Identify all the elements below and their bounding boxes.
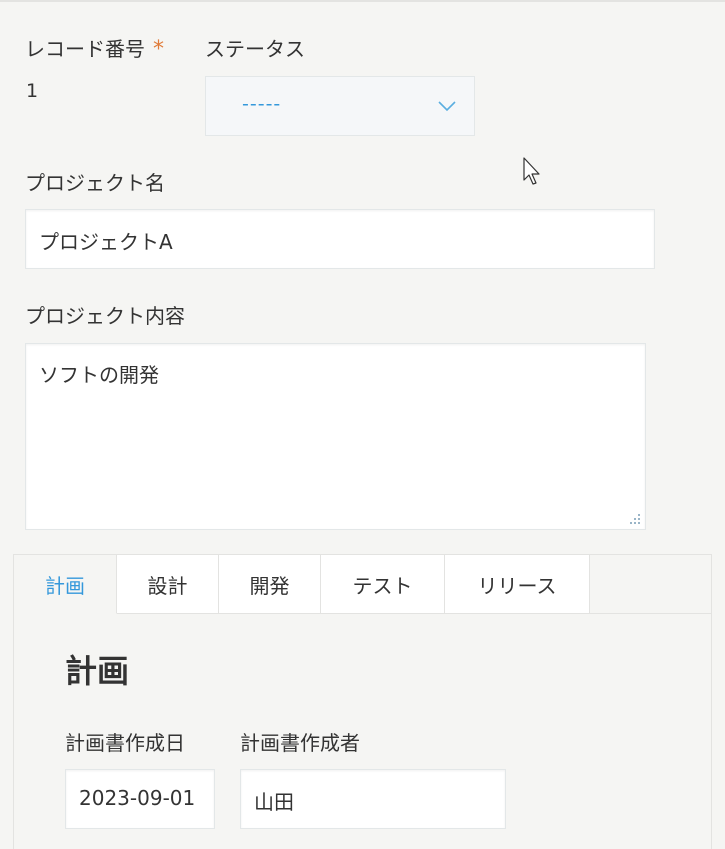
top-divider bbox=[0, 0, 725, 2]
project-name-label: プロジェクト名 bbox=[25, 171, 165, 195]
status-select-value: ----- bbox=[242, 93, 282, 115]
tab-panel: 計画 設計 開発 テスト リリース 計画 計画書作成日 2023-09-01 計… bbox=[13, 554, 712, 849]
required-mark: * bbox=[153, 37, 164, 62]
chevron-down-icon bbox=[438, 101, 456, 112]
plan-created-date-input[interactable]: 2023-09-01 bbox=[65, 769, 215, 829]
plan-created-by-label: 計画書作成者 bbox=[240, 731, 360, 755]
resize-handle-icon[interactable] bbox=[628, 512, 642, 526]
project-content-textarea[interactable]: ソフトの開発 bbox=[25, 343, 646, 530]
record-number-label-text: レコード番号 bbox=[25, 37, 145, 61]
tab-strip-border bbox=[590, 613, 712, 614]
status-select[interactable]: ----- bbox=[205, 76, 475, 136]
project-content-value: ソフトの開発 bbox=[39, 363, 159, 387]
tab-plan[interactable]: 計画 bbox=[14, 555, 117, 614]
plan-created-by-value: 山田 bbox=[254, 790, 294, 814]
project-name-input[interactable]: プロジェクトA bbox=[25, 209, 655, 269]
tab-design[interactable]: 設計 bbox=[117, 555, 219, 614]
tab-development[interactable]: 開発 bbox=[219, 555, 321, 614]
plan-created-by-input[interactable]: 山田 bbox=[240, 769, 506, 829]
record-number-label: レコード番号 * bbox=[25, 33, 164, 62]
tab-release[interactable]: リリース bbox=[445, 555, 590, 614]
mouse-cursor-icon bbox=[523, 157, 540, 185]
status-label: ステータス bbox=[205, 37, 305, 61]
tab-test[interactable]: テスト bbox=[321, 555, 445, 614]
plan-created-date-label: 計画書作成日 bbox=[65, 731, 185, 755]
plan-created-date-value: 2023-09-01 bbox=[79, 786, 196, 810]
project-content-label: プロジェクト内容 bbox=[25, 304, 185, 328]
record-number-value: 1 bbox=[26, 80, 39, 102]
project-name-value: プロジェクトA bbox=[39, 230, 173, 254]
section-title: 計画 bbox=[65, 652, 130, 690]
